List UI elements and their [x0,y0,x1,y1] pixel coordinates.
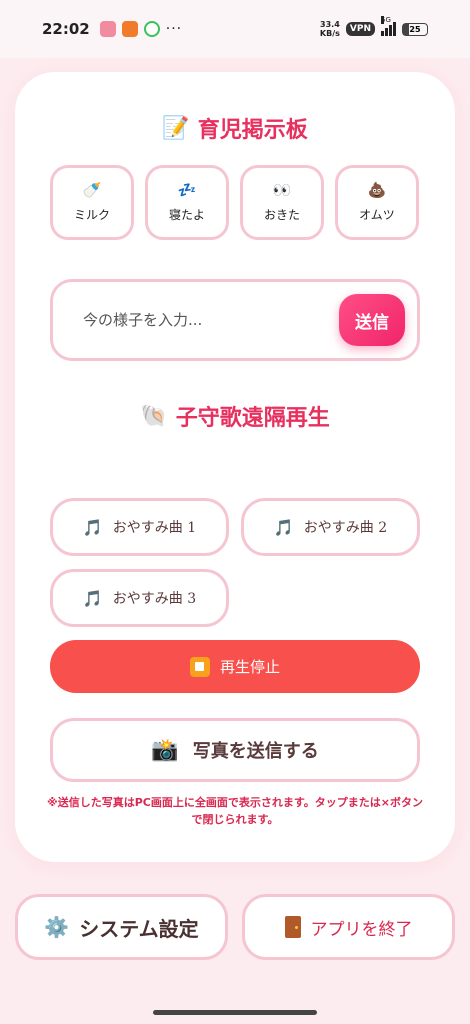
board-title: 📝 育児掲示板 [162,115,308,144]
memo-icon: 📝 [162,115,190,141]
line-app-icon [143,21,160,37]
shell-icon: 🐚 [140,403,168,429]
vpn-badge: VPN [345,22,375,36]
music-note-icon: 🎵 [82,588,103,608]
music-note-icon: 🎵 [82,517,103,537]
signal-icon: 5G [381,16,396,36]
lullaby-title: 🐚 子守歌遠隔再生 [140,403,330,432]
lullaby-song-1-button[interactable]: 🎵 おやすみ曲 1 [50,498,229,556]
system-settings-button[interactable]: ⚙️ システム設定 [15,894,228,960]
battery-icon: 25 [402,22,428,36]
baby-bottle-icon: 🍼 [82,180,102,199]
network-speed: 33.4 KB/s [319,20,340,38]
more-notifications-icon: ··· [165,21,183,37]
sleep-icon: 💤 [177,180,197,199]
home-indicator[interactable] [153,1010,317,1015]
music-note-icon: 🎵 [273,517,294,537]
send-button[interactable]: 送信 [339,294,405,346]
photo-note: ※送信した写真はPC画面上に全画面で表示されます。タップまたは×ボタンで閉じられ… [47,796,423,826]
app-notification-icon [99,21,116,37]
diaper-button[interactable]: 💩 オムツ [335,165,419,240]
door-icon [284,916,301,938]
lullaby-song-2-button[interactable]: 🎵 おやすみ曲 2 [241,498,420,556]
stop-playback-button[interactable]: 再生停止 [50,640,420,693]
gear-icon: ⚙️ [44,915,70,939]
shopping-app-icon [121,21,138,37]
exit-app-button[interactable]: アプリを終了 [242,894,455,960]
poop-icon: 💩 [367,180,387,199]
message-input[interactable] [83,311,339,329]
send-photo-button[interactable]: 📸 写真を送信する [50,718,420,782]
message-input-container: 送信 [50,279,420,361]
main-card: 📝 育児掲示板 🍼 ミルク 💤 寝たよ 👀 おきた 💩 オムツ 送信 🐚 子守歌… [15,72,455,862]
stop-icon [189,656,210,677]
eyes-icon: 👀 [272,180,292,199]
clock: 22:02 [42,20,90,38]
slept-button[interactable]: 💤 寝たよ [145,165,229,240]
status-bar: 22:02 ··· 33.4 KB/s VPN 5G 25 [0,0,470,58]
camera-icon: 📸 [151,737,179,763]
woke-button[interactable]: 👀 おきた [240,165,324,240]
quick-status-buttons: 🍼 ミルク 💤 寝たよ 👀 おきた 💩 オムツ [50,165,419,240]
milk-button[interactable]: 🍼 ミルク [50,165,134,240]
lullaby-song-3-button[interactable]: 🎵 おやすみ曲 3 [50,569,229,627]
